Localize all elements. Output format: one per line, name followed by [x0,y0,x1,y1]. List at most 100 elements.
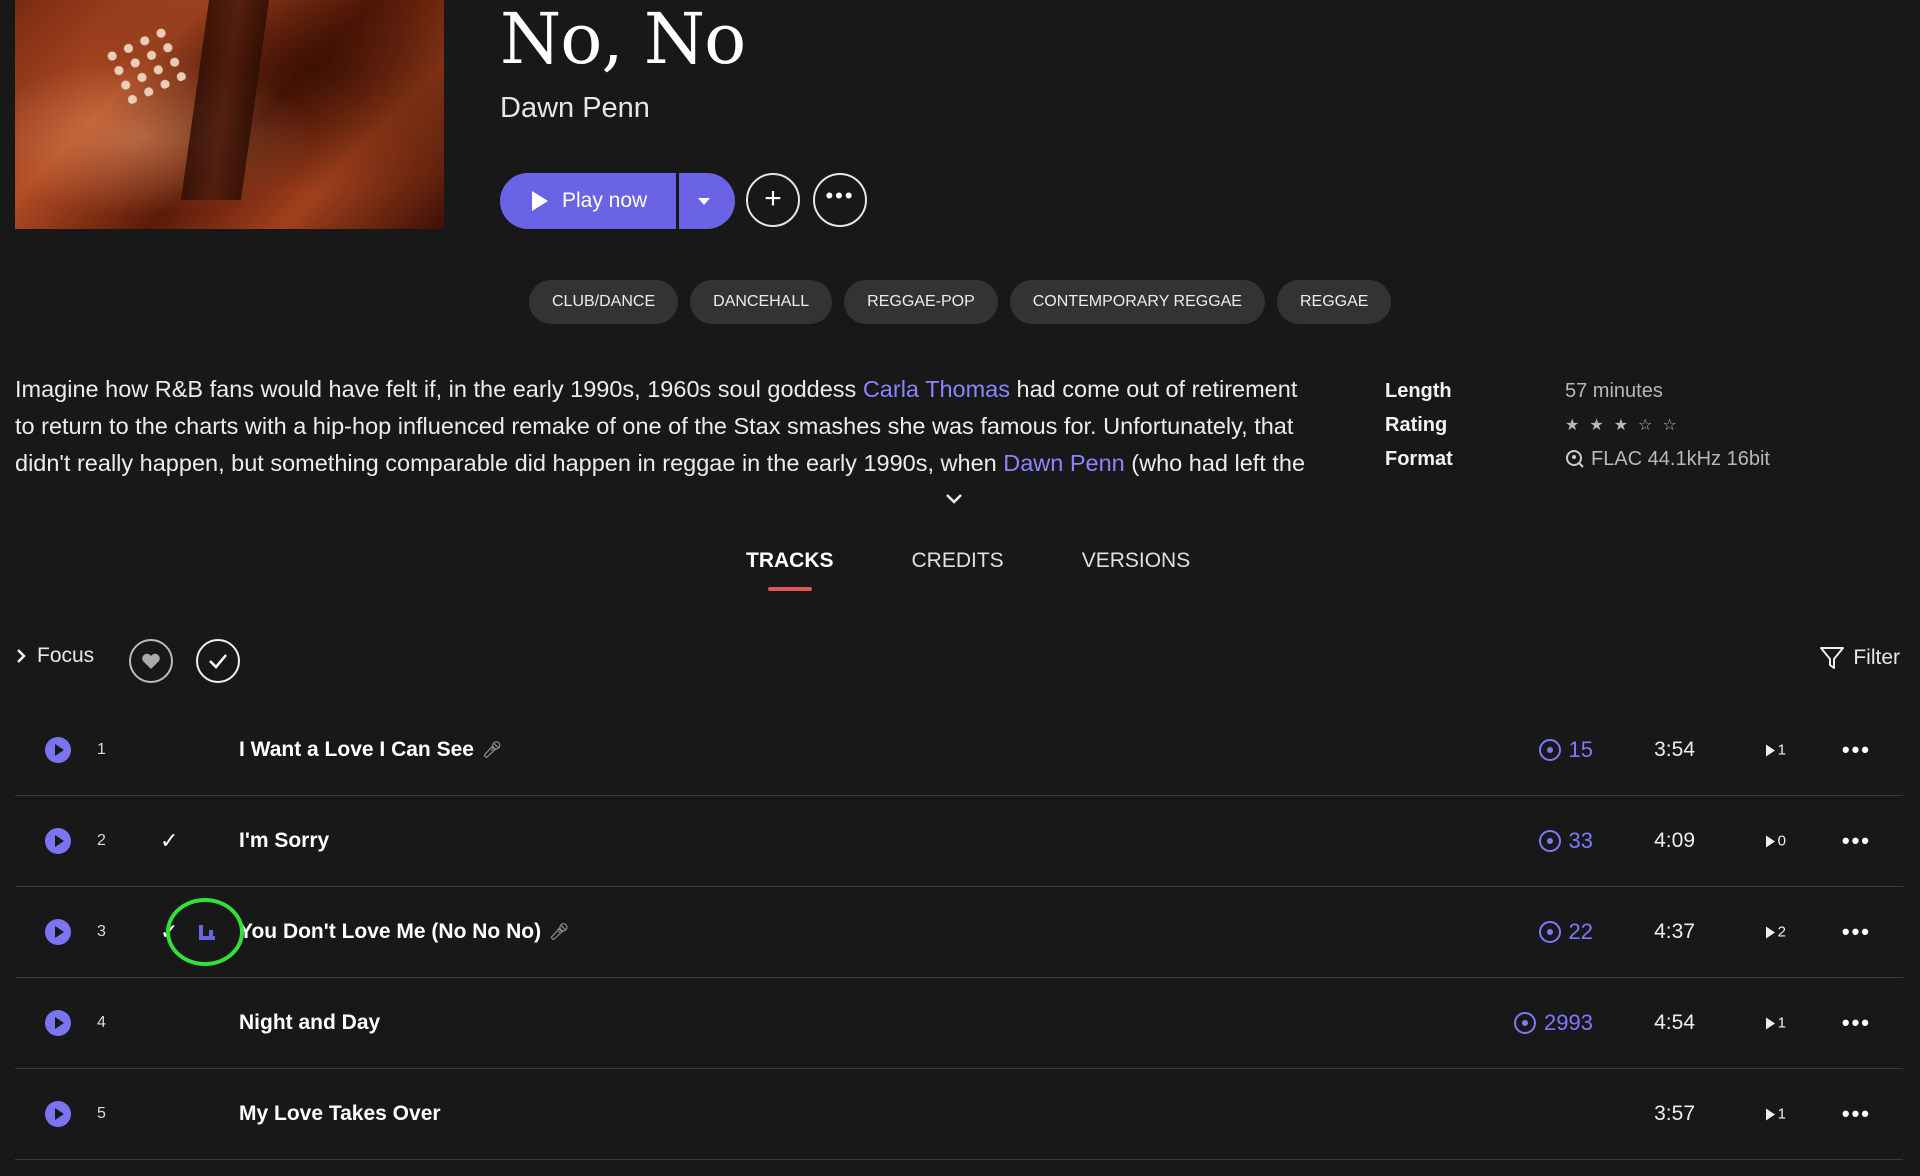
listener-count-value: 2993 [1544,1010,1593,1035]
play-count: 1 [1765,1014,1786,1032]
track-title[interactable]: I'm Sorry [239,829,329,853]
tab-versions[interactable]: VERSIONS [1082,549,1191,591]
play-icon [55,744,64,756]
track-duration: 4:54 [1654,1011,1695,1034]
filter-label: Filter [1853,646,1900,669]
track-number: 5 [97,1105,106,1122]
artist-link[interactable]: Carla Thomas [863,376,1010,402]
album-art-figure [180,0,270,200]
star-filled-icon[interactable]: ★ [1589,415,1607,435]
album-art-dots [100,23,190,107]
play-now-button[interactable]: Play now [500,173,676,229]
highlight-circle-annotation [166,898,244,966]
album-artist[interactable]: Dawn Penn [500,92,650,125]
disc-icon [1514,1012,1537,1034]
track-duration: 3:54 [1654,738,1695,761]
rating-stars[interactable]: ★ ★ ★ ☆ ☆ [1565,415,1681,435]
track-list: 1 I Want a Love I Can See 🎤︎ 15 3:54 1 ••… [15,705,1903,1160]
listener-count: 15 [1538,737,1593,763]
track-title[interactable]: You Don't Love Me (No No No) [239,920,541,944]
play-count-value: 1 [1777,741,1786,759]
filter-icon [1820,647,1845,669]
track-play-button[interactable] [45,828,71,854]
track-title[interactable]: Night and Day [239,1011,380,1035]
play-count-value: 1 [1777,1014,1786,1032]
more-options-button[interactable]: ••• [813,173,867,227]
meta-format-row: Format FLAC 44.1kHz 16bit [1385,442,1770,476]
play-count: 1 [1765,1105,1786,1123]
meta-value: FLAC 44.1kHz 16bit [1565,448,1770,471]
play-icon [532,191,548,211]
play-options-dropdown[interactable] [679,173,735,229]
meta-value: 57 minutes [1565,379,1663,402]
track-number: 1 [97,741,106,758]
track-number: 2 [97,832,106,849]
listener-count-value: 22 [1568,919,1593,944]
track-more-button[interactable]: ••• [1842,828,1871,854]
focus-toggle[interactable]: Focus [15,644,94,668]
disc-icon [1538,830,1561,852]
disc-icon [1538,739,1561,761]
track-more-button[interactable]: ••• [1842,1101,1871,1127]
favorites-filter-button[interactable] [129,639,173,683]
track-title[interactable]: I Want a Love I Can See [239,738,474,762]
play-count: 0 [1765,833,1786,850]
track-row[interactable]: 1 I Want a Love I Can See 🎤︎ 15 3:54 1 ••… [15,705,1903,796]
expand-description-button[interactable] [945,492,963,510]
album-art[interactable] [15,0,444,229]
quality-search-icon [1566,450,1584,468]
genre-tags: CLUB/DANCE DANCEHALL REGGAE-POP CONTEMPO… [529,280,1392,324]
focus-label: Focus [37,644,95,667]
meta-length-row: Length 57 minutes [1385,374,1770,408]
star-filled-icon[interactable]: ★ [1614,415,1632,435]
genre-tag[interactable]: CLUB/DANCE [529,280,679,324]
star-empty-icon[interactable]: ☆ [1662,415,1680,435]
played-filter-button[interactable] [196,639,240,683]
play-count-icon [1765,1017,1775,1029]
track-row[interactable]: 2 ✓ I'm Sorry 33 4:09 0 ••• [15,796,1903,887]
genre-tag[interactable]: CONTEMPORARY REGGAE [1009,280,1265,324]
track-row[interactable]: 3 ✓ You Don't Love Me (No No No) 🎤︎ 22 4:… [15,887,1903,978]
track-more-button[interactable]: ••• [1842,1010,1871,1036]
track-title-cell: You Don't Love Me (No No No) 🎤︎ [239,920,569,944]
play-icon [55,835,64,847]
genre-tag[interactable]: REGGAE [1276,280,1392,324]
track-more-button[interactable]: ••• [1842,737,1871,763]
track-play-button[interactable] [45,1101,71,1127]
track-title-cell: I'm Sorry [239,829,329,853]
chevron-right-icon [17,649,26,663]
track-play-button[interactable] [45,919,71,945]
play-count-value: 1 [1777,1105,1786,1123]
track-number: 3 [97,923,106,940]
play-now-label: Play now [562,189,648,212]
heart-icon [142,653,160,669]
track-row[interactable]: 4 Night and Day 2993 4:54 1 ••• [15,978,1903,1069]
filter-button[interactable]: Filter [1819,646,1900,670]
play-count: 2 [1765,924,1786,941]
play-icon [55,1108,64,1120]
star-empty-icon[interactable]: ☆ [1638,415,1656,435]
genre-tag[interactable]: REGGAE-POP [844,280,998,324]
microphone-icon: 🎤︎ [481,742,503,759]
track-more-button[interactable]: ••• [1842,919,1871,945]
track-title-cell: Night and Day [239,1011,380,1035]
play-count-icon [1765,926,1775,938]
description-text: (who had left the [1124,450,1306,476]
genre-tag[interactable]: DANCEHALL [690,280,833,324]
album-meta: Length 57 minutes Rating ★ ★ ★ ☆ ☆ Format FL… [1385,374,1770,476]
star-filled-icon[interactable]: ★ [1565,415,1583,435]
play-icon [55,1017,64,1029]
track-play-button[interactable] [45,737,71,763]
track-title[interactable]: My Love Takes Over [239,1102,441,1126]
listener-count: 22 [1538,919,1593,945]
disc-icon [1538,921,1561,943]
tab-credits[interactable]: CREDITS [912,549,1004,591]
track-row[interactable]: 5 My Love Takes Over 3:57 1 ••• [15,1069,1903,1160]
add-button[interactable]: + [746,173,800,227]
tab-tracks[interactable]: TRACKS [746,549,834,591]
microphone-icon: 🎤︎ [549,924,570,941]
track-play-button[interactable] [45,1010,71,1036]
track-duration: 4:37 [1654,920,1695,943]
format-value: FLAC 44.1kHz 16bit [1591,447,1770,470]
artist-link[interactable]: Dawn Penn [1003,450,1125,476]
